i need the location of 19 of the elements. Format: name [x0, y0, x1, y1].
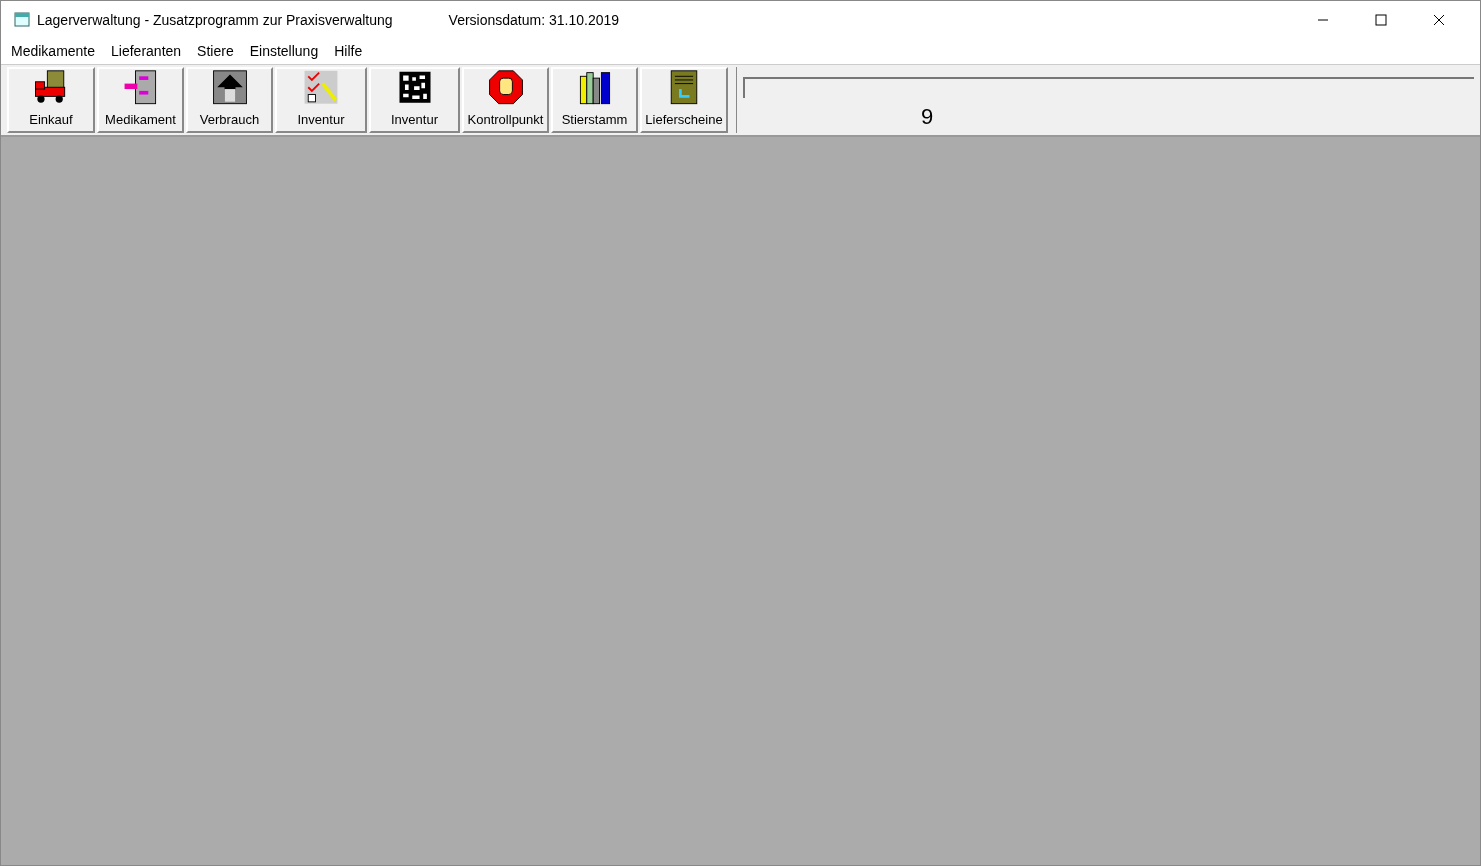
progress-count: 9 — [921, 103, 934, 131]
toolbar-button[interactable]: Stierstamm — [551, 67, 638, 133]
menu-item[interactable]: Medikamente — [3, 41, 104, 62]
menu-item[interactable]: Hilfe — [326, 41, 371, 62]
toolbar-button[interactable]: Lieferscheine — [640, 67, 728, 133]
menu-item[interactable]: Lieferanten — [103, 41, 190, 62]
toolbar-button[interactable]: Inventur — [369, 67, 460, 133]
menu-item[interactable]: Einstellung — [241, 41, 327, 62]
version-date: Versionsdatum: 31.10.2019 — [448, 10, 620, 30]
toolbar-button[interactable]: Medikament — [97, 67, 184, 133]
toolbar-button[interactable]: Verbrauch — [186, 67, 273, 133]
toolbar-button[interactable]: Einkauf — [7, 67, 95, 133]
toolbar-button[interactable]: Inventur — [275, 67, 367, 133]
close-icon — [1433, 14, 1445, 26]
window-title: Lagerverwaltung - Zusatzprogramm zur Praxisverwaltung — [37, 10, 393, 30]
maximize-icon — [1375, 14, 1387, 26]
app-icon — [13, 11, 31, 29]
menu-item[interactable]: Stiere — [189, 41, 242, 62]
toolbar-button[interactable]: Kontrollpunkt — [462, 67, 549, 133]
